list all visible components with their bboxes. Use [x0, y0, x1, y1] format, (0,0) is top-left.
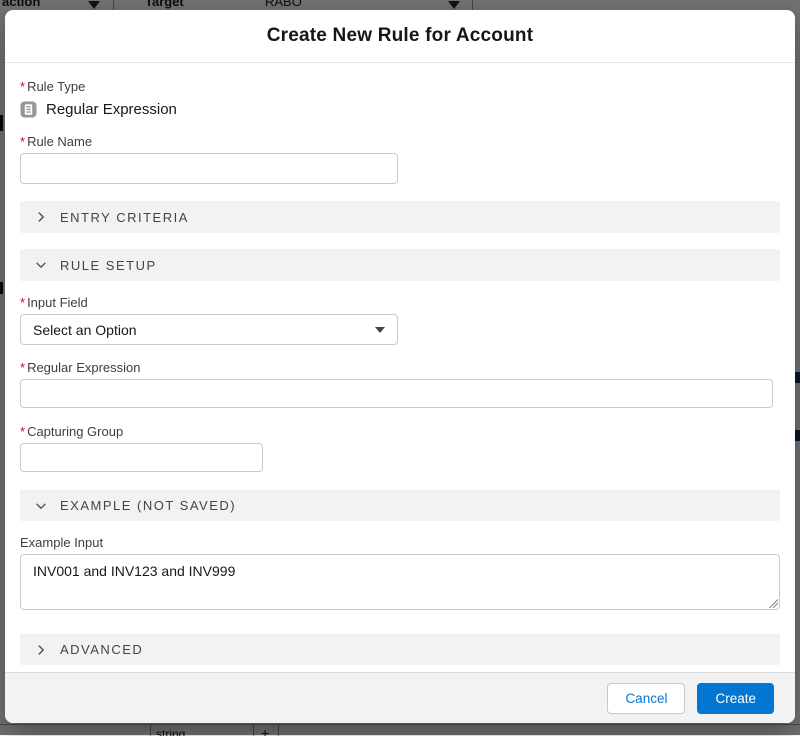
record-icon	[20, 101, 37, 118]
required-marker: *	[20, 134, 25, 149]
section-label: EXAMPLE (NOT SAVED)	[60, 498, 236, 513]
dropdown-arrow-icon	[375, 327, 385, 333]
resize-handle-icon[interactable]	[768, 598, 778, 608]
required-marker: *	[20, 295, 25, 310]
combobox-selected-value: Select an Option	[33, 322, 137, 338]
chevron-right-icon	[34, 643, 48, 657]
regular-expression-input[interactable]	[20, 379, 773, 408]
create-button[interactable]: Create	[697, 683, 774, 714]
modal-body: *Rule Type Regular Expression *Rule Name…	[5, 79, 795, 665]
rule-name-input[interactable]	[20, 153, 398, 184]
capturing-group-label: *Capturing Group	[20, 424, 780, 439]
input-field-label: *Input Field	[20, 295, 780, 310]
input-field-combobox[interactable]: Select an Option	[20, 314, 398, 345]
chevron-right-icon	[34, 210, 48, 224]
rule-type-value: Regular Expression	[46, 101, 177, 118]
rule-type-value-row: Regular Expression	[20, 100, 780, 118]
rule-type-label: *Rule Type	[20, 79, 780, 94]
regular-expression-label: *Regular Expression	[20, 360, 780, 375]
section-label: ADVANCED	[60, 642, 143, 657]
cancel-button[interactable]: Cancel	[607, 683, 685, 714]
example-input-textarea[interactable]: INV001 and INV123 and INV999	[20, 554, 780, 610]
section-rule-setup[interactable]: RULE SETUP	[20, 249, 780, 281]
example-input-label: Example Input	[20, 535, 780, 550]
create-rule-modal: Create New Rule for Account *Rule Type R…	[5, 10, 795, 723]
chevron-down-icon	[34, 258, 48, 272]
modal-footer: Cancel Create	[5, 672, 795, 723]
required-marker: *	[20, 360, 25, 375]
required-marker: *	[20, 424, 25, 439]
rule-name-label: *Rule Name	[20, 134, 780, 149]
chevron-down-icon	[34, 499, 48, 513]
modal-title: Create New Rule for Account	[267, 25, 534, 47]
example-input-wrap: INV001 and INV123 and INV999	[20, 554, 780, 610]
section-entry-criteria[interactable]: ENTRY CRITERIA	[20, 201, 780, 233]
required-marker: *	[20, 79, 25, 94]
section-label: ENTRY CRITERIA	[60, 210, 189, 225]
section-advanced[interactable]: ADVANCED	[20, 634, 780, 665]
section-label: RULE SETUP	[60, 258, 157, 273]
modal-header: Create New Rule for Account	[5, 10, 795, 63]
section-example[interactable]: EXAMPLE (NOT SAVED)	[20, 490, 780, 521]
capturing-group-input[interactable]	[20, 443, 263, 472]
